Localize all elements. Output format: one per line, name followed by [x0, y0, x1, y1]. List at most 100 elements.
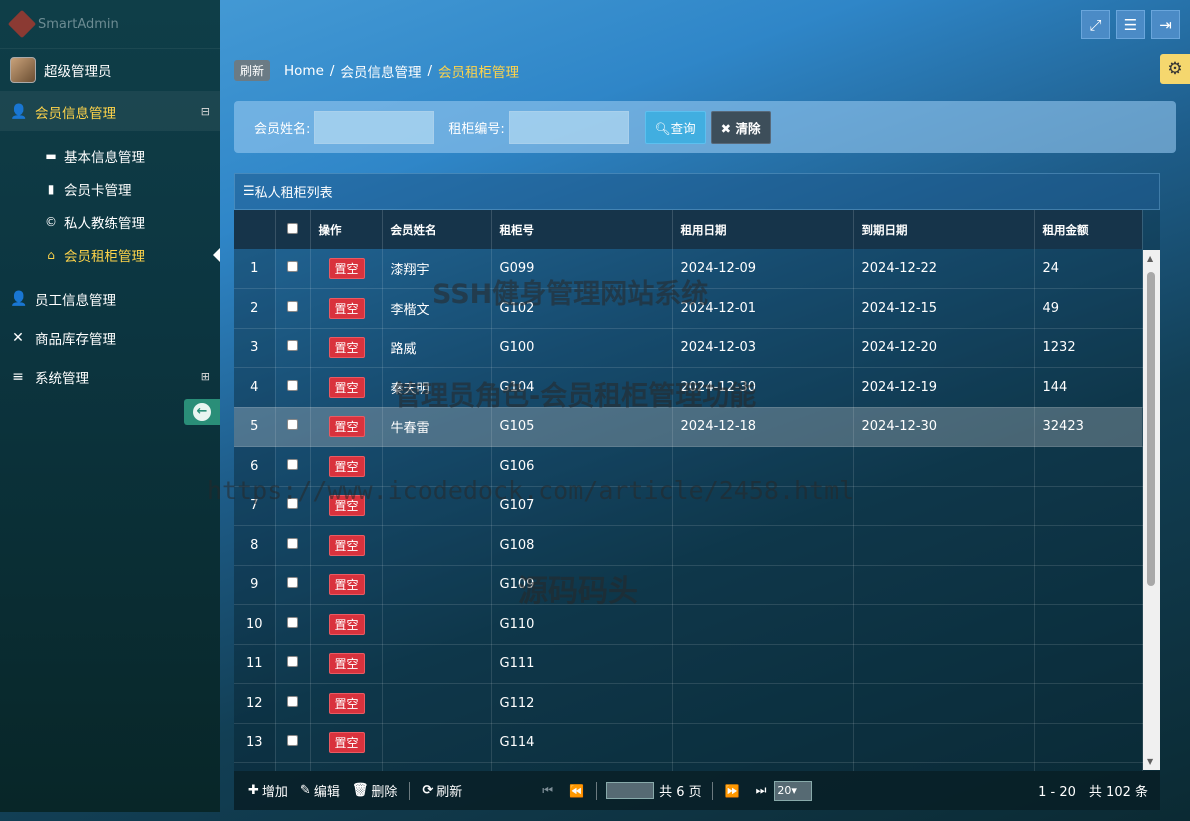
vertical-scrollbar[interactable]: ▲ ▼ — [1143, 250, 1160, 770]
sidebar-item-member-info[interactable]: 👤 会员信息管理 ⊟ — [0, 92, 220, 131]
cell-amount — [1034, 762, 1143, 771]
row-checkbox[interactable] — [275, 762, 311, 771]
clear-locker-button[interactable]: 置空 — [328, 692, 365, 714]
col-header-member-name[interactable]: 会员姓名 — [382, 210, 492, 249]
table-row[interactable]: 11 置空 G111 — [234, 644, 1143, 684]
action-cell: 置空 — [310, 328, 383, 368]
sidebar-subitem-basic-info[interactable]: ▬ 基本信息管理 — [0, 139, 220, 172]
fullscreen-icon[interactable]: ⤢ — [1081, 10, 1110, 39]
collapse-toggle-icon[interactable]: ⊟ — [201, 105, 210, 118]
first-page-icon[interactable]: ⏮ — [542, 783, 553, 798]
clear-locker-button[interactable]: 置空 — [328, 534, 365, 556]
last-page-icon[interactable]: ⏭ — [756, 783, 767, 798]
locker-number-input[interactable] — [508, 110, 629, 144]
logo-mark-icon — [7, 9, 37, 39]
sidebar-item-staff-info[interactable]: 👤 员工信息管理 — [0, 279, 220, 318]
row-checkbox[interactable] — [275, 565, 311, 605]
sidebar-subitem-locker[interactable]: ⌂ 会员租柜管理 — [0, 238, 220, 271]
row-checkbox[interactable] — [275, 525, 311, 566]
row-checkbox[interactable] — [275, 407, 311, 447]
table-row[interactable]: 9 置空 G109 — [234, 565, 1143, 605]
row-checkbox[interactable] — [275, 644, 311, 684]
table-row[interactable]: 2 置空 李楷文 G102 2024-12-01 2024-12-15 49 — [234, 288, 1143, 329]
table-row[interactable]: 6 置空 G106 — [234, 446, 1143, 487]
cell-end-date — [853, 446, 1035, 487]
row-number: 8 — [234, 525, 276, 566]
table-row[interactable]: 7 置空 G107 — [234, 486, 1143, 526]
delete-button[interactable]: 🗑︎ 删除 — [352, 781, 398, 800]
cell-locker: G104 — [491, 367, 673, 408]
row-checkbox[interactable] — [275, 249, 311, 289]
cell-start-date — [672, 486, 854, 526]
page-number-input[interactable] — [606, 782, 655, 799]
cell-end-date — [853, 525, 1035, 566]
clear-locker-button[interactable]: 置空 — [328, 495, 365, 517]
settings-gear-icon[interactable]: ⚙ — [1160, 54, 1190, 84]
add-button[interactable]: ✚ 增加 — [248, 781, 288, 800]
clear-locker-button[interactable]: 置空 — [328, 732, 365, 754]
row-checkbox[interactable] — [275, 446, 311, 487]
scroll-thumb[interactable] — [1147, 272, 1155, 586]
next-page-icon[interactable]: ⏩ — [725, 784, 740, 798]
row-checkbox[interactable] — [275, 367, 311, 408]
sidebar-subitem-trainer[interactable]: © 私人教练管理 — [0, 205, 220, 238]
clear-locker-button[interactable]: 置空 — [328, 613, 365, 635]
user-profile[interactable]: 超级管理员 — [0, 48, 220, 92]
cell-start-date — [672, 565, 854, 605]
member-name-input[interactable] — [314, 110, 435, 144]
clear-locker-button[interactable]: 置空 — [328, 297, 365, 319]
refresh-grid-button[interactable]: ⟳ 刷新 — [422, 781, 462, 800]
table-row[interactable]: 3 置空 路威 G100 2024-12-03 2024-12-20 1232 — [234, 328, 1143, 368]
cell-end-date — [853, 683, 1035, 724]
record-info: 1 - 20 共 102 条 — [1038, 785, 1148, 800]
prev-page-icon[interactable]: ⏪ — [569, 784, 584, 798]
table-row[interactable]: 14 置空 — [234, 762, 1143, 771]
sidebar-item-system[interactable]: ≡ 系统管理 ⊞ — [0, 357, 220, 396]
breadcrumb-home[interactable]: Home — [284, 63, 324, 79]
col-header-amount[interactable]: 租用金额 — [1034, 210, 1143, 249]
cell-amount — [1034, 683, 1143, 724]
row-checkbox[interactable] — [275, 288, 311, 329]
col-header-end-date[interactable]: 到期日期 — [853, 210, 1035, 249]
col-header-start-date[interactable]: 租用日期 — [672, 210, 854, 249]
clear-locker-button[interactable]: 置空 — [328, 455, 365, 477]
clear-locker-button[interactable]: 置空 — [328, 258, 365, 279]
query-button[interactable]: 🔍︎查询 — [644, 110, 706, 144]
col-header-locker[interactable]: 租柜号 — [491, 210, 673, 249]
cell-amount — [1034, 446, 1143, 487]
scroll-down-icon[interactable]: ▼ — [1147, 757, 1153, 766]
grid-toolbar: ✚ 增加 ✎ 编辑 🗑︎ 删除 ⟳ 刷新 ⏮ ⏪ 共 6 页 ⏩ ⏭ 20 ▾ 1 - 2… — [234, 771, 1160, 810]
clear-button[interactable]: ✖ 清除 — [710, 110, 771, 144]
expand-toggle-icon[interactable]: ⊞ — [201, 370, 210, 383]
edit-button[interactable]: ✎ 编辑 — [300, 781, 340, 800]
row-checkbox[interactable] — [275, 604, 311, 645]
table-row[interactable]: 10 置空 G110 — [234, 604, 1143, 645]
collapse-sidebar-button[interactable]: ← — [184, 399, 220, 425]
table-row[interactable]: 4 置空 秦天明 G104 2024-12-30 2024-12-19 144 — [234, 367, 1143, 408]
sidebar-item-inventory[interactable]: ✕ 商品库存管理 — [0, 318, 220, 357]
table-row[interactable]: 5 置空 牛春雷 G105 2024-12-18 2024-12-30 32423 — [234, 407, 1143, 447]
select-all-checkbox[interactable] — [275, 210, 311, 249]
table-row[interactable]: 8 置空 G108 — [234, 525, 1143, 566]
clear-locker-button[interactable]: 置空 — [328, 653, 365, 675]
breadcrumb-parent[interactable]: 会员信息管理 — [340, 61, 421, 81]
scroll-up-icon[interactable]: ▲ — [1147, 254, 1153, 263]
row-checkbox[interactable] — [275, 683, 311, 724]
sidebar-subitem-member-card[interactable]: ▮ 会员卡管理 — [0, 172, 220, 205]
table-row[interactable]: 12 置空 G112 — [234, 683, 1143, 724]
page-size-select[interactable]: 20 ▾ — [774, 780, 813, 801]
table-row[interactable]: 13 置空 G114 — [234, 723, 1143, 763]
col-header-action[interactable]: 操作 — [310, 210, 383, 249]
clear-locker-button[interactable]: 置空 — [328, 574, 365, 596]
clear-locker-button[interactable]: 置空 — [328, 376, 365, 398]
clear-locker-button[interactable]: 置空 — [328, 337, 365, 359]
clear-locker-button[interactable]: 置空 — [328, 416, 365, 438]
refresh-button[interactable]: 刷新 — [234, 60, 271, 81]
logout-icon[interactable]: ⇥ — [1151, 10, 1180, 39]
row-checkbox[interactable] — [275, 486, 311, 526]
table-row[interactable]: 1 置空 漆翔宇 G099 2024-12-09 2024-12-22 24 — [234, 249, 1143, 289]
row-checkbox[interactable] — [275, 723, 311, 763]
row-checkbox[interactable] — [275, 328, 311, 368]
menu-icon[interactable]: ☰ — [1116, 10, 1145, 39]
delete-label: 删除 — [371, 785, 398, 800]
